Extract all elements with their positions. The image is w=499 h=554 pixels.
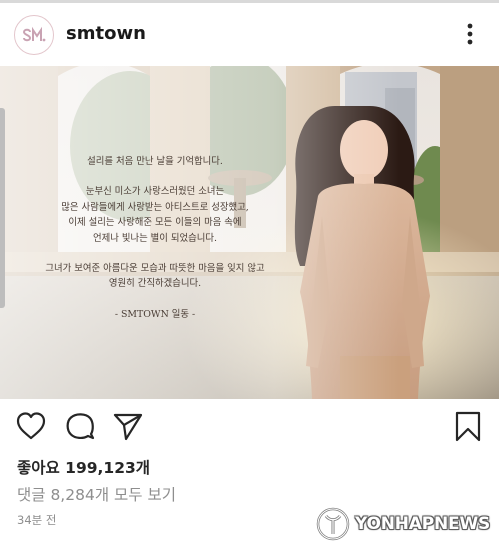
- send-icon[interactable]: [112, 410, 144, 442]
- caption-signature: - SMTOWN 일동 -: [114, 308, 196, 320]
- scroll-indicator: [0, 108, 5, 308]
- likes-count[interactable]: 좋아요 199,123개: [17, 456, 150, 478]
- caption-line: 설리를 처음 만난 날을 기억합니다.: [87, 156, 223, 167]
- post-image[interactable]: 설리를 처음 만난 날을 기억합니다. 눈부신 미소가 사랑스러웠던 소녀는 많…: [0, 66, 499, 399]
- heart-icon[interactable]: [15, 410, 47, 442]
- memorial-caption: 설리를 처음 만난 날을 기억합니다. 눈부신 미소가 사랑스러웠던 소녀는 많…: [40, 154, 270, 322]
- post-header: smtown: [0, 8, 499, 60]
- action-bar: [0, 404, 499, 448]
- caption-line: 이제 설리는 사랑해준 모든 이들의 마음 속에: [68, 217, 242, 229]
- bookmark-icon[interactable]: [452, 410, 484, 442]
- sm-logo-icon: [22, 26, 46, 42]
- avatar[interactable]: [14, 15, 54, 55]
- comment-icon[interactable]: [64, 410, 96, 442]
- yonhap-watermark: YONHAPNEWS: [316, 506, 490, 542]
- more-vertical-icon[interactable]: [462, 22, 478, 46]
- yonhap-logo-icon: [316, 507, 350, 541]
- caption-line: 언제나 빛나는 별이 되었습니다.: [92, 232, 218, 244]
- caption-line: 영원히 간직하겠습니다.: [108, 278, 202, 290]
- username[interactable]: smtown: [66, 23, 146, 44]
- caption-line: 그녀가 보여준 아름다운 모습과 따뜻한 마음을 잊지 않고: [45, 263, 265, 275]
- post-timestamp: 34분 전: [17, 513, 57, 527]
- caption-line: 눈부신 미소가 사랑스러웠던 소녀는: [85, 186, 225, 198]
- view-all-comments-link[interactable]: 댓글 8,284개 모두 보기: [17, 483, 176, 505]
- status-divider: [0, 0, 499, 3]
- caption-line: 많은 사람들에게 사랑받는 아티스트로 성장했고,: [61, 201, 249, 213]
- watermark-text: YONHAPNEWS: [355, 514, 491, 534]
